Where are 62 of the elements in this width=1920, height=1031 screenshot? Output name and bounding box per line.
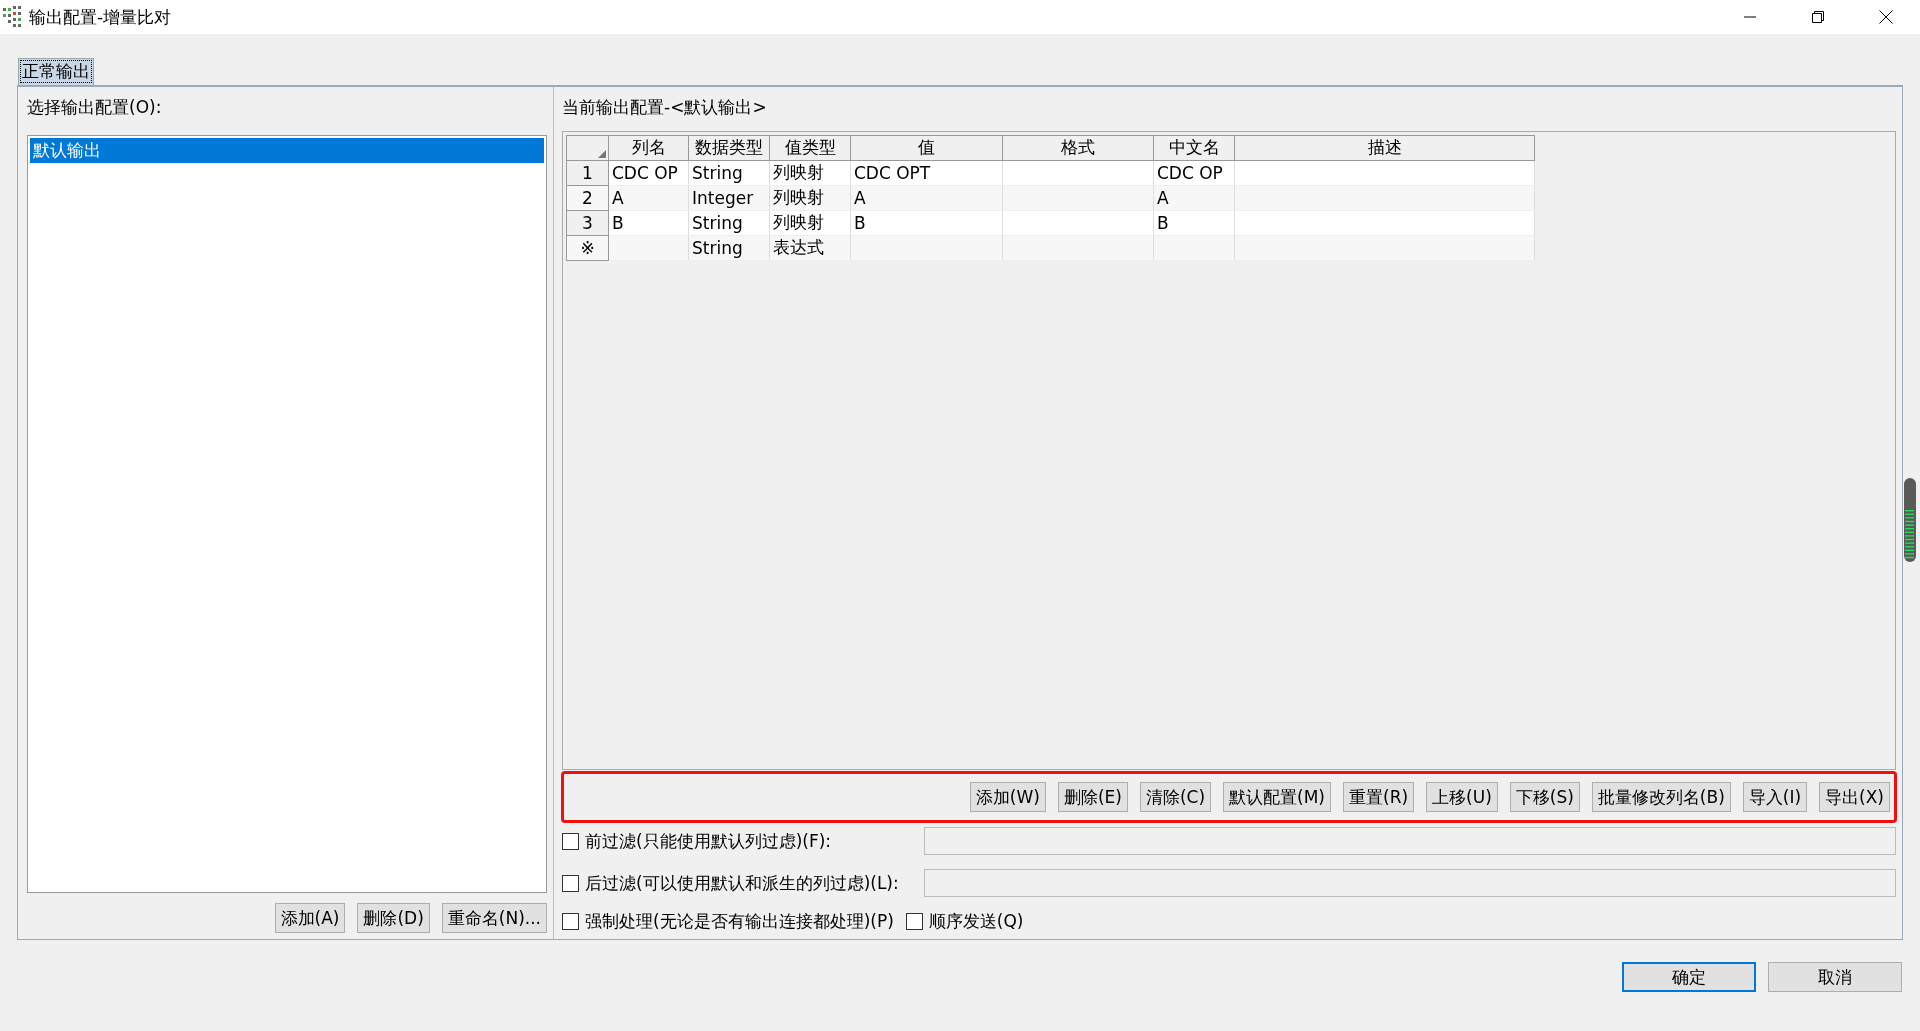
restore-icon[interactable] <box>1812 11 1824 23</box>
table-cell: CDC OPT <box>854 162 931 183</box>
table-cell: 表达式 <box>773 237 824 258</box>
tab[interactable]: 正常输出 <box>18 58 94 85</box>
list-label: 选择输出配置(O): <box>27 96 163 120</box>
table-cell: 列映射 <box>773 212 824 233</box>
checkbox-label: 顺序发送(Q) <box>928 910 1024 933</box>
table-cell: CDC OP <box>1157 162 1223 183</box>
ok-button[interactable]: 确定 <box>1622 962 1756 992</box>
table-cell: A <box>854 187 866 208</box>
side-handle-drawing[interactable] <box>1904 478 1916 562</box>
row-header[interactable]: 1 <box>566 160 609 186</box>
window-title: 输出配置-增量比对 <box>29 5 173 29</box>
action-button[interactable]: 重命名(N)... <box>441 903 547 933</box>
table-cell: B <box>612 212 624 233</box>
row-header[interactable]: 3 <box>566 210 609 236</box>
table-cell: CDC OP <box>612 162 678 183</box>
action-button[interactable]: 下移(S) <box>1509 782 1580 812</box>
action-button[interactable]: 添加(W) <box>969 782 1046 812</box>
cancel-button[interactable]: 取消 <box>1768 962 1902 992</box>
action-button[interactable]: 重置(R) <box>1343 782 1415 812</box>
column-header[interactable]: 中文名 <box>1153 135 1235 161</box>
table-cell: String <box>692 212 743 233</box>
table-cell: String <box>692 162 743 183</box>
table-cell: 列映射 <box>773 162 824 183</box>
column-header[interactable]: 值 <box>850 135 1003 161</box>
table-cell: A <box>612 187 624 208</box>
table-cell: 列映射 <box>773 187 824 208</box>
list-item[interactable]: 默认输出 <box>30 137 544 163</box>
table-cell: A <box>1157 187 1169 208</box>
checkbox-label: 强制处理(无论是否有输出连接都处理)(P) <box>585 910 894 933</box>
table-cell: Integer <box>692 187 754 208</box>
action-button[interactable]: 添加(A) <box>274 903 346 933</box>
close-icon[interactable] <box>1879 10 1893 24</box>
action-button[interactable]: 删除(E) <box>1057 782 1128 812</box>
filter-field[interactable] <box>924 827 1896 855</box>
action-button[interactable]: 批量修改列名(B) <box>1591 782 1731 812</box>
table-cell: B <box>854 212 866 233</box>
table-cell: String <box>692 237 743 258</box>
column-header[interactable]: 列名 <box>608 135 689 161</box>
checkbox[interactable] <box>562 874 579 892</box>
column-header[interactable]: 描述 <box>1234 135 1535 161</box>
checkbox[interactable] <box>905 913 923 930</box>
app-icon <box>3 6 23 28</box>
checkbox[interactable] <box>562 913 579 930</box>
action-button[interactable]: 导出(X) <box>1819 782 1890 812</box>
checkbox-label: 后过滤(可以使用默认和派生的列过虑)(L): <box>585 871 899 895</box>
column-header[interactable]: 值类型 <box>769 135 851 161</box>
checkbox-label: 前过滤(只能使用默认列过虑)(F): <box>585 829 832 853</box>
action-button[interactable]: 默认配置(M) <box>1223 782 1331 812</box>
action-button[interactable]: 清除(C) <box>1139 782 1212 812</box>
table-cell: B <box>1157 212 1169 233</box>
filter-field[interactable] <box>924 869 1896 897</box>
row-header[interactable]: 2 <box>566 185 609 211</box>
row-header[interactable]: ※ <box>566 235 609 261</box>
section-label: 当前输出配置-<默认输出> <box>562 96 768 120</box>
action-button[interactable]: 删除(D) <box>357 903 430 933</box>
checkbox[interactable] <box>562 832 579 850</box>
action-button[interactable]: 导入(I) <box>1742 782 1808 812</box>
column-header[interactable]: 数据类型 <box>688 135 770 161</box>
column-header[interactable]: 格式 <box>1002 135 1154 161</box>
action-button[interactable]: 上移(U) <box>1426 782 1498 812</box>
